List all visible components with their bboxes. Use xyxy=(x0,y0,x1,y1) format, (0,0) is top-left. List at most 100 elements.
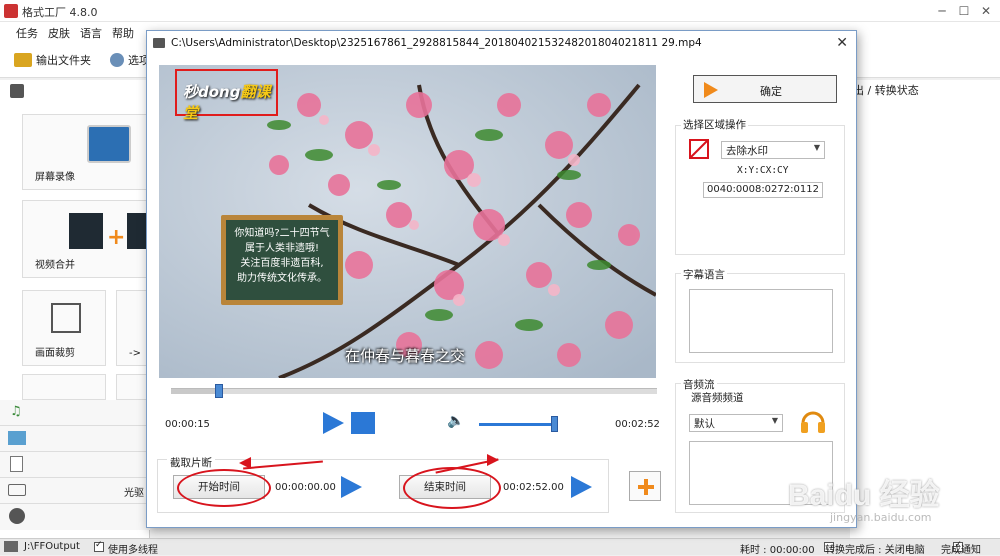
menu-language[interactable]: 语言 xyxy=(80,25,102,41)
chevron-down-icon: ▼ xyxy=(771,416,778,425)
subtitle-language-title: 字幕语言 xyxy=(681,267,727,282)
screen-record-label: 屏幕录像 xyxy=(35,172,75,183)
multithread-label: 使用多线程 xyxy=(108,545,158,556)
screen-record-tile[interactable]: 屏幕录像 xyxy=(22,114,147,190)
region-operation-title: 选择区域操作 xyxy=(681,117,748,132)
stop-button[interactable] xyxy=(351,412,375,434)
set-start-button[interactable] xyxy=(341,476,362,498)
chalkboard: 你知道吗?二十四节气 属于人类非遗哦! 关注百度非遗百科, 助力传统文化传承。 xyxy=(221,215,343,305)
optical-label: 光驱 xyxy=(124,488,144,499)
video-logo: 秒dong翻课堂 xyxy=(183,81,276,123)
logo-text: 秒dong xyxy=(183,83,241,101)
crop-region-icon[interactable] xyxy=(687,137,711,161)
audio-source-value: 默认 xyxy=(694,418,715,430)
ok-button[interactable]: 确定 xyxy=(693,75,837,103)
dialog-title-bar: C:\Users\Administrator\Desktop\232516786… xyxy=(147,31,856,55)
drive-icon xyxy=(8,484,26,496)
arrow-right-icon xyxy=(704,82,718,98)
image-icon xyxy=(8,431,26,445)
coord-label: X:Y:CX:CY xyxy=(737,165,789,176)
seek-bar[interactable] xyxy=(171,384,657,398)
region-operation-select[interactable]: 去除水印 ▼ xyxy=(721,141,825,159)
app-title: 格式工厂 4.8.0 xyxy=(22,6,98,19)
seek-thumb[interactable] xyxy=(214,384,223,398)
video-category-icon[interactable] xyxy=(10,84,24,98)
baidu-watermark: Baidu 经验 xyxy=(788,479,940,512)
coord-field[interactable]: 0040:0008:0272:0112 xyxy=(703,182,823,198)
video-subtitle: 在仲春与暮春之交 xyxy=(345,347,466,365)
start-time-value: 00:00:00.00 xyxy=(275,482,336,493)
function-panel: 屏幕录像 + 视频合并 画面裁剪 -> ♫ 光驱 xyxy=(0,80,150,538)
image-category[interactable] xyxy=(0,426,150,452)
seek-progress xyxy=(171,389,215,394)
output-folder-label: 输出文件夹 xyxy=(36,54,91,67)
audio-source-select[interactable]: 默认 ▼ xyxy=(689,414,783,432)
convert-to-label: -> xyxy=(129,348,141,359)
video-settings-dialog: C:\Users\Administrator\Desktop\232516786… xyxy=(146,30,857,528)
folder-icon xyxy=(4,541,18,552)
volume-icon[interactable]: 🔈 xyxy=(447,413,464,429)
app-title-bar: 格式工厂 4.8.0 ─ ☐ ✕ xyxy=(0,0,1000,22)
ok-label: 确定 xyxy=(760,85,782,98)
watermark-selection-box[interactable]: 秒dong翻课堂 xyxy=(175,69,278,122)
music-icon: ♫ xyxy=(10,404,22,419)
video-preview[interactable]: 秒dong翻课堂 你知道吗?二十四节气 属于人类非遗哦! 关注百度非遗百科, 助… xyxy=(159,65,656,378)
baidu-watermark-url: jingyan.baidu.com xyxy=(830,511,932,524)
film-icon xyxy=(69,213,103,249)
audio-source-label: 源音频频道 xyxy=(691,392,744,404)
video-merge-label: 视频合并 xyxy=(35,260,75,271)
region-operation-value: 去除水印 xyxy=(726,145,768,157)
annotation-arrowhead xyxy=(239,457,251,469)
annotation-arrowhead xyxy=(487,454,499,466)
current-time: 00:00:15 xyxy=(165,419,210,430)
set-end-button[interactable] xyxy=(571,476,592,498)
app-logo-icon xyxy=(4,4,18,18)
document-icon xyxy=(10,456,23,472)
elapsed-time: 耗时 : 00:00:00 xyxy=(740,545,815,556)
subtitle-language-list[interactable] xyxy=(689,289,833,353)
crop-label: 画面裁剪 xyxy=(35,348,75,359)
close-icon[interactable]: ✕ xyxy=(836,35,848,51)
crop-icon xyxy=(51,303,81,333)
file-path: C:\Users\Administrator\Desktop\232516786… xyxy=(171,37,702,49)
output-path[interactable]: J:\FFOutput xyxy=(24,541,80,552)
multithread-checkbox[interactable] xyxy=(94,540,104,552)
menu-task[interactable]: 任务 xyxy=(16,25,38,41)
options-button[interactable]: 选项 xyxy=(110,52,150,68)
play-button[interactable] xyxy=(323,412,344,434)
video-merge-tile[interactable]: + 视频合并 xyxy=(22,200,147,278)
add-clip-button[interactable] xyxy=(629,471,661,501)
after-convert-label: 转换完成后 : 关闭电脑 xyxy=(825,545,925,556)
audio-category[interactable]: ♫ xyxy=(0,400,150,426)
menu-skin[interactable]: 皮肤 xyxy=(48,25,70,41)
crop-tile[interactable]: 画面裁剪 xyxy=(22,290,106,366)
total-time: 00:02:52 xyxy=(615,419,660,430)
tile-partial[interactable] xyxy=(116,374,150,400)
volume-thumb[interactable] xyxy=(551,416,558,432)
end-time-value: 00:02:52.00 xyxy=(503,482,564,493)
gear-icon xyxy=(110,53,124,67)
chevron-down-icon: ▼ xyxy=(813,143,820,152)
close-icon[interactable]: ✕ xyxy=(976,2,996,20)
tools-icon xyxy=(9,508,25,524)
status-column-header: 出 / 转换状态 xyxy=(853,84,919,97)
maximize-icon[interactable]: ☐ xyxy=(954,2,974,20)
convert-to-tile[interactable]: -> xyxy=(116,290,150,366)
volume-slider[interactable] xyxy=(479,423,551,426)
menu-help[interactable]: 帮助 xyxy=(112,25,134,41)
clip-section-label: 截取片断 xyxy=(167,455,215,470)
notify-label: 完成通知 xyxy=(941,545,981,556)
chalkboard-text: 你知道吗?二十四节气 属于人类非遗哦! 关注百度非遗百科, 助力传统文化传承。 xyxy=(234,228,330,284)
folder-icon xyxy=(14,53,32,67)
headphone-icon[interactable] xyxy=(799,407,827,435)
film-icon xyxy=(153,38,165,48)
optical-category[interactable]: 光驱 xyxy=(0,478,150,504)
minimize-icon[interactable]: ─ xyxy=(932,2,952,20)
document-category[interactable] xyxy=(0,452,150,478)
screen-record-icon xyxy=(87,125,131,163)
tile-partial[interactable] xyxy=(22,374,106,400)
status-bar: J:\FFOutput 使用多线程 耗时 : 00:00:00 转换完成后 : … xyxy=(0,538,1000,556)
annotation-oval xyxy=(177,469,271,507)
tools-category[interactable] xyxy=(0,504,150,530)
output-folder-button[interactable]: 输出文件夹 xyxy=(14,52,91,68)
